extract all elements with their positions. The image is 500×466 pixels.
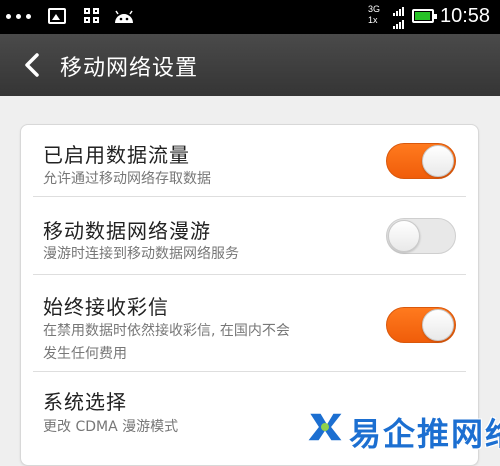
more-notifications-icon — [6, 14, 36, 20]
app-grid-icon — [84, 8, 100, 24]
data-enabled-toggle[interactable] — [386, 143, 456, 179]
setting-row-data-roaming[interactable]: 移动数据网络漫游 漫游时连接到移动数据网络服务 — [21, 197, 478, 273]
setting-row-always-mms[interactable]: 始终接收彩信 在禁用数据时依然接收彩信, 在国内不会 发生任何费用 — [21, 275, 478, 371]
setting-label: 始终接收彩信 — [43, 295, 169, 319]
setting-description: 更改 CDMA 漫游模式 — [43, 419, 179, 435]
setting-description: 允许通过移动网络存取数据 — [43, 171, 211, 187]
watermark-logo-icon — [305, 412, 345, 442]
toggle-knob — [422, 309, 454, 341]
watermark: 易企推网络 — [305, 405, 500, 453]
chevron-left-icon[interactable] — [20, 52, 46, 78]
app-header: 移动网络设置 — [0, 34, 500, 96]
network-1x-label: 1x — [368, 15, 378, 25]
status-time: 10:58 — [440, 5, 491, 27]
signal-strength-icon — [393, 5, 407, 29]
network-3g-label: 3G — [368, 4, 381, 14]
always-mms-toggle[interactable] — [386, 307, 456, 343]
setting-description-line-1: 在禁用数据时依然接收彩信, 在国内不会 — [43, 323, 290, 339]
android-icon — [115, 10, 133, 23]
battery-icon — [412, 9, 437, 23]
page-title: 移动网络设置 — [60, 56, 199, 81]
network-type-label: 3G 1x — [368, 4, 380, 26]
setting-description-line-2: 发生任何费用 — [43, 346, 127, 362]
setting-label: 系统选择 — [43, 390, 127, 414]
setting-label: 已启用数据流量 — [43, 143, 190, 167]
image-notification-icon — [48, 8, 66, 24]
watermark-text: 易企推网络 — [349, 415, 500, 453]
toggle-knob — [388, 220, 420, 252]
data-roaming-toggle[interactable] — [386, 218, 456, 254]
setting-row-data-enabled[interactable]: 已启用数据流量 允许通过移动网络存取数据 — [21, 125, 478, 196]
status-bar: 3G 1x 10:58 — [0, 0, 500, 34]
setting-description: 漫游时连接到移动数据网络服务 — [43, 246, 239, 262]
setting-label: 移动数据网络漫游 — [43, 219, 211, 243]
toggle-knob — [422, 145, 454, 177]
